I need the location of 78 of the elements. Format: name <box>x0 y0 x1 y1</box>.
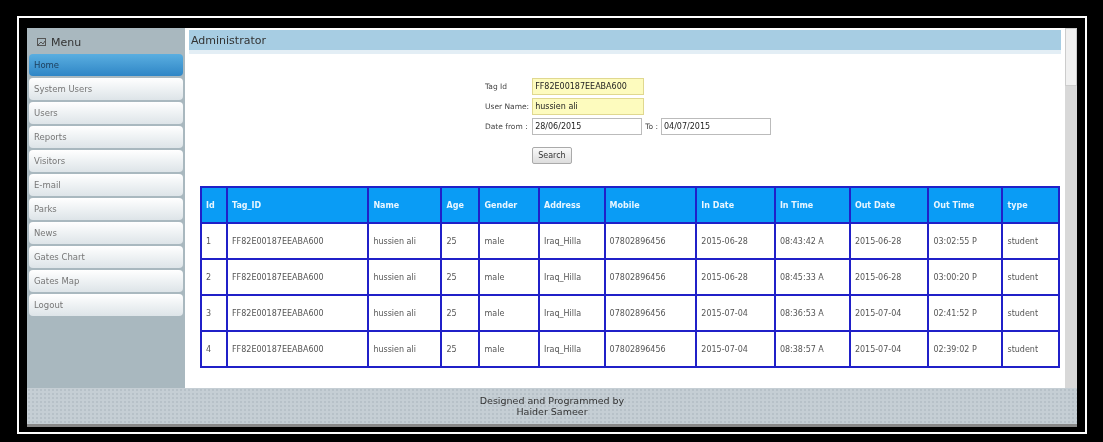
column-header: Address <box>538 187 605 223</box>
table-cell: 2015-06-28 <box>696 259 775 295</box>
table-cell: hussien ali <box>368 223 442 259</box>
table-cell: male <box>479 259 539 295</box>
menu-item[interactable]: Gates Map <box>29 270 183 292</box>
table-cell: 03:00:20 P <box>928 259 1003 295</box>
date-to-field[interactable]: 04/07/2015 <box>660 118 771 135</box>
menu-item[interactable]: Visitors <box>29 150 183 172</box>
scrollbar[interactable] <box>1065 28 1077 388</box>
column-header: Mobile <box>604 187 697 223</box>
search-button[interactable]: Search <box>532 147 572 164</box>
column-header: Tag_ID <box>227 187 369 223</box>
menu-item[interactable]: System Users <box>29 78 183 100</box>
column-header: In Time <box>774 187 850 223</box>
page-title: Administrator <box>189 30 1061 54</box>
table-cell: FF82E00187EEABA600 <box>227 295 369 331</box>
table-cell: 2015-07-04 <box>849 295 929 331</box>
table-cell: 07802896456 <box>604 295 697 331</box>
table-cell: 2 <box>201 259 227 295</box>
column-header: type <box>1002 187 1059 223</box>
table-cell: hussien ali <box>368 295 442 331</box>
menu-item[interactable]: News <box>29 222 183 244</box>
table-cell: 3 <box>201 295 227 331</box>
table-cell: 2015-06-28 <box>849 259 929 295</box>
table-cell: student <box>1002 223 1059 259</box>
table-cell: FF82E00187EEABA600 <box>227 223 369 259</box>
table-cell: student <box>1002 295 1059 331</box>
table-cell: student <box>1002 259 1059 295</box>
menu-item[interactable]: Home <box>29 54 183 76</box>
column-header: Name <box>368 187 442 223</box>
menu-item[interactable]: Users <box>29 102 183 124</box>
menu-item[interactable]: Reports <box>29 126 183 148</box>
table-cell: FF82E00187EEABA600 <box>227 331 369 367</box>
table-cell: 4 <box>201 331 227 367</box>
column-header: Out Date <box>849 187 929 223</box>
table-cell: 2015-07-04 <box>696 295 775 331</box>
table-cell: 02:39:02 P <box>928 331 1003 367</box>
table-cell: Iraq_Hilla <box>538 259 605 295</box>
column-header: Out Time <box>928 187 1003 223</box>
table-cell: Iraq_Hilla <box>538 331 605 367</box>
table-cell: Iraq_Hilla <box>538 295 605 331</box>
table-cell: 2015-07-04 <box>849 331 929 367</box>
menu-item[interactable]: E-mail <box>29 174 183 196</box>
date-from-field[interactable]: 28/06/2015 <box>532 118 643 135</box>
table-cell: 08:43:42 A <box>774 223 850 259</box>
table-cell: 02:41:52 P <box>928 295 1003 331</box>
table-cell: male <box>479 223 539 259</box>
table-cell: 03:02:55 P <box>928 223 1003 259</box>
table-cell: 07802896456 <box>604 223 697 259</box>
table-cell: student <box>1002 331 1059 367</box>
footer-text: Designed and Programmed by <box>479 395 625 406</box>
table-cell: 1 <box>201 223 227 259</box>
table-cell: 2015-06-28 <box>696 223 775 259</box>
column-header: Age <box>441 187 480 223</box>
footer-text: Haider Sameer <box>516 406 588 417</box>
table-cell: 08:38:57 A <box>774 331 850 367</box>
table-cell: hussien ali <box>368 331 442 367</box>
column-header: Gender <box>479 187 539 223</box>
menu-item[interactable]: Parks <box>29 198 183 220</box>
menu-item[interactable]: Gates Chart <box>29 246 183 268</box>
column-header: Id <box>201 187 227 223</box>
menu-title: Menu <box>51 35 82 49</box>
table-cell: 07802896456 <box>604 259 697 295</box>
table-cell: 2015-06-28 <box>849 223 929 259</box>
table-cell: 08:36:53 A <box>774 295 850 331</box>
table-cell: male <box>479 295 539 331</box>
table-cell: hussien ali <box>368 259 442 295</box>
tag-id-field[interactable]: FF82E00187EEABA600 <box>532 78 645 95</box>
table-cell: 2015-07-04 <box>696 331 775 367</box>
table-cell: FF82E00187EEABA600 <box>227 259 369 295</box>
table-cell: Iraq_Hilla <box>538 223 605 259</box>
user-name-field[interactable]: hussien ali <box>532 98 645 115</box>
menu-item[interactable]: Logout <box>29 294 183 316</box>
table-cell: male <box>479 331 539 367</box>
table-cell: 07802896456 <box>604 331 697 367</box>
table-cell: 08:45:33 A <box>774 259 850 295</box>
column-header: In Date <box>696 187 775 223</box>
image-icon <box>37 38 46 46</box>
